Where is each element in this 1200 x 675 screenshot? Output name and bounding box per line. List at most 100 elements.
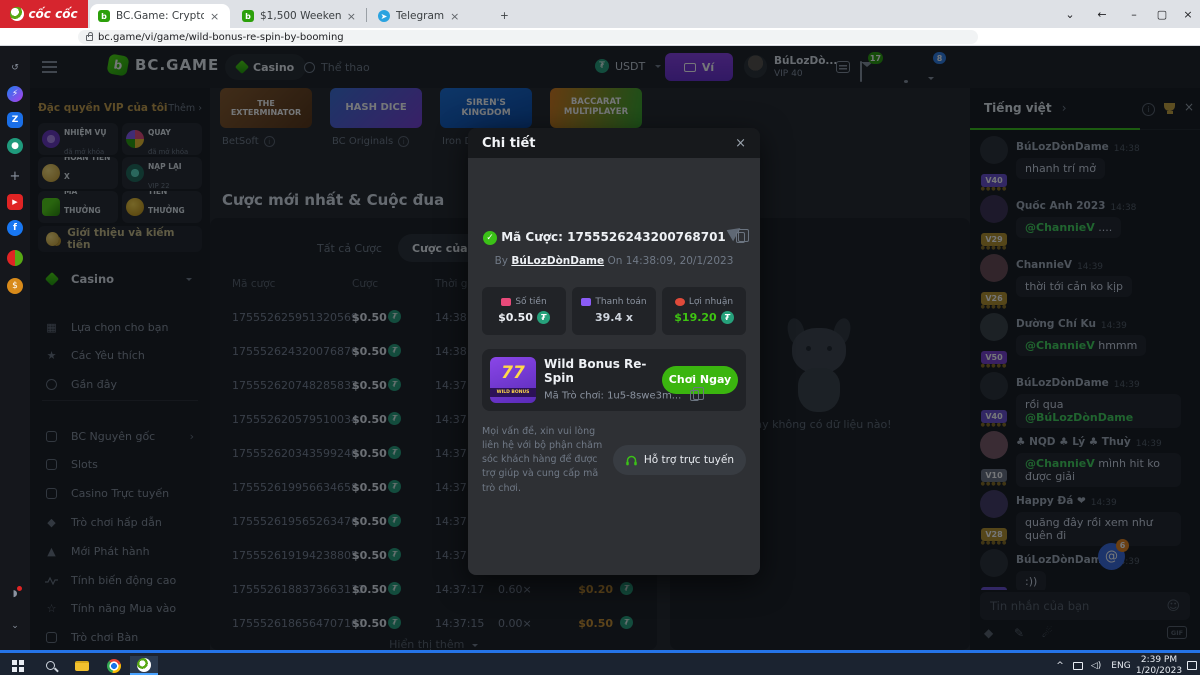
tether-icon: ₮: [721, 311, 734, 324]
modal-body: ✓ Mã Cược: 1755526243200768701 By BúLozD…: [468, 158, 760, 575]
headphones-icon: [625, 454, 638, 466]
bet-id-label: Mã Cược:: [501, 230, 563, 244]
bet-stats: Số tiền $0.50 ₮ Thanh toán 39.4 x Lợi nhu…: [482, 287, 746, 335]
money-icon: [501, 298, 511, 306]
add-shortcut-icon[interactable]: +: [7, 168, 23, 184]
close-window-button[interactable]: ×: [1176, 0, 1200, 28]
telegram-favicon: ➤: [378, 10, 390, 22]
close-tab-icon[interactable]: ×: [450, 10, 459, 23]
clock-date: 1/20/2023: [1136, 666, 1182, 675]
taskbar-search-icon[interactable]: [36, 656, 64, 675]
modal-title: Chi tiết: [482, 136, 535, 151]
bet-details-modal: Chi tiết × ✓ Mã Cược: 175552624320076870…: [468, 128, 760, 575]
youtube-icon[interactable]: ▶: [7, 194, 23, 210]
verified-check-icon: ✓: [483, 231, 497, 245]
maximize-button[interactable]: ▢: [1150, 0, 1174, 28]
stat-label: Số tiền: [515, 297, 546, 307]
game-card: 77 WILD BONUS Wild Bonus Re-Spin Mã Trò …: [482, 349, 746, 411]
hidden-icons-chevron[interactable]: ^: [1052, 653, 1068, 675]
card-icon: [581, 298, 591, 306]
profit-hand-icon: [675, 298, 685, 306]
play-now-label: Chơi Ngay: [669, 373, 731, 386]
language-indicator[interactable]: ENG: [1108, 653, 1134, 675]
game-thumbnail[interactable]: 77 WILD BONUS: [490, 357, 536, 403]
bet-byline: By BúLozDònDame On 14:38:09, 20/1/2023: [482, 255, 746, 267]
stat-payout: Thanh toán 39.4 x: [572, 287, 656, 335]
reopen-tab-icon[interactable]: ←: [1090, 0, 1114, 28]
chat-groups-icon[interactable]: ●: [7, 138, 23, 154]
game-title: Wild Bonus Re-Spin: [544, 357, 654, 385]
by-label: By: [495, 255, 508, 267]
screen: cốc cốc b BC.Game: Crypto Casino Gam × b…: [0, 0, 1200, 675]
new-tab-button[interactable]: +: [492, 4, 516, 28]
copy-icon[interactable]: [690, 390, 699, 401]
thumb-text: 77: [490, 363, 536, 383]
clock-time: 2:39 PM: [1141, 655, 1177, 666]
game-code-label: Mã Trò chơi:: [544, 391, 604, 402]
bcgame-favicon: b: [98, 10, 110, 22]
browser-tab-telegram[interactable]: ➤ Telegram ×: [370, 4, 488, 28]
browser-tab-bar: cốc cốc b BC.Game: Crypto Casino Gam × b…: [0, 0, 1200, 28]
close-tab-icon[interactable]: ×: [210, 10, 219, 23]
zalo-icon[interactable]: Z: [7, 112, 23, 128]
facebook-icon[interactable]: f: [7, 220, 23, 236]
coccoc-taskbar-icon[interactable]: [130, 656, 158, 675]
bcgame-page: b BC.GAME Casino Thể thao ₮ USDT Ví: [30, 46, 1200, 650]
tab-title: Telegram: [396, 10, 444, 22]
browser-address-bar: ← → ↻ bc.game/vi/game/wild-bonus-re-spin…: [0, 28, 1200, 46]
live-support-button[interactable]: Hỗ trợ trực tuyến: [613, 445, 746, 475]
stat-value: 39.4 x: [595, 311, 633, 324]
brand-text: cốc cốc: [28, 7, 77, 21]
url-text: bc.game/vi/game/wild-bonus-re-spin-by-bo…: [98, 32, 344, 43]
coccoc-feed-icon[interactable]: [7, 250, 23, 266]
stat-profit: Lợi nhuận $19.20 ₮: [662, 287, 746, 335]
action-center-icon[interactable]: [1184, 653, 1200, 675]
chrome-icon[interactable]: [100, 656, 128, 675]
tab-title: BC.Game: Crypto Casino Gam: [116, 10, 204, 22]
file-explorer-icon[interactable]: [68, 656, 96, 675]
support-text: Mọi vấn đề, xin vui lòng liên hệ với bộ …: [482, 425, 605, 496]
browser-tab-bcgame[interactable]: b BC.Game: Crypto Casino Gam ×: [90, 4, 230, 28]
game-info: Wild Bonus Re-Spin Mã Trò chơi: 1u5-8swe…: [544, 357, 654, 402]
coccoc-side-strip: ↺ ⚡ Z ● + ▶ f $ ◗ ⌄: [0, 46, 30, 650]
on-label: On: [607, 255, 622, 267]
copy-icon[interactable]: [736, 232, 745, 243]
history-icon[interactable]: ↺: [7, 60, 23, 76]
minimize-button[interactable]: –: [1122, 0, 1146, 28]
support-row: Mọi vấn đề, xin vui lòng liên hệ với bộ …: [482, 425, 746, 496]
stat-amount: Số tiền $0.50 ₮: [482, 287, 566, 335]
tether-icon: ₮: [537, 311, 550, 324]
game-code-line: Mã Trò chơi: 1u5-8swe3m...: [544, 390, 654, 402]
windows-logo-icon: [12, 660, 24, 672]
stat-label: Lợi nhuận: [689, 297, 733, 307]
modal-header: Chi tiết ×: [468, 128, 760, 158]
clock[interactable]: 2:39 PM 1/20/2023: [1136, 653, 1182, 675]
collapse-strip-icon[interactable]: ⌄: [7, 618, 23, 634]
bet-id-value: 1755526243200768701: [567, 230, 726, 244]
rewards-icon[interactable]: $: [7, 278, 23, 294]
live-support-label: Hỗ trợ trực tuyến: [644, 454, 734, 466]
tab-separator: [366, 8, 367, 22]
lock-icon: [86, 35, 93, 41]
notifications-bell-icon[interactable]: ◗: [7, 586, 23, 602]
coccoc-logo-icon: [10, 7, 24, 21]
messenger-icon[interactable]: ⚡: [7, 86, 23, 102]
stat-value: $19.20: [674, 311, 716, 324]
url-field[interactable]: bc.game/vi/game/wild-bonus-re-spin-by-bo…: [78, 30, 978, 44]
tab-search-icon[interactable]: ⌄: [1058, 0, 1082, 28]
platipus-favicon: b: [242, 10, 254, 22]
bet-datetime: 14:38:09, 20/1/2023: [626, 255, 734, 267]
language-label: ENG: [1111, 661, 1130, 671]
browser-tab-platipus[interactable]: b $1,500 Weekend Platipus Mu ×: [234, 4, 364, 28]
player-link[interactable]: BúLozDònDame: [511, 255, 604, 267]
stat-value: $0.50: [498, 311, 533, 324]
bet-id-line: ✓ Mã Cược: 1755526243200768701: [482, 230, 746, 245]
windows-taskbar: ^ ◁) ENG 2:39 PM 1/20/2023: [0, 650, 1200, 675]
volume-icon[interactable]: ◁): [1088, 653, 1104, 675]
stat-label: Thanh toán: [595, 297, 646, 307]
network-icon[interactable]: [1070, 653, 1086, 675]
close-tab-icon[interactable]: ×: [347, 10, 356, 23]
start-button[interactable]: [4, 656, 32, 675]
close-modal-icon[interactable]: ×: [735, 136, 746, 151]
thumb-subtext: WILD BONUS: [490, 388, 536, 397]
